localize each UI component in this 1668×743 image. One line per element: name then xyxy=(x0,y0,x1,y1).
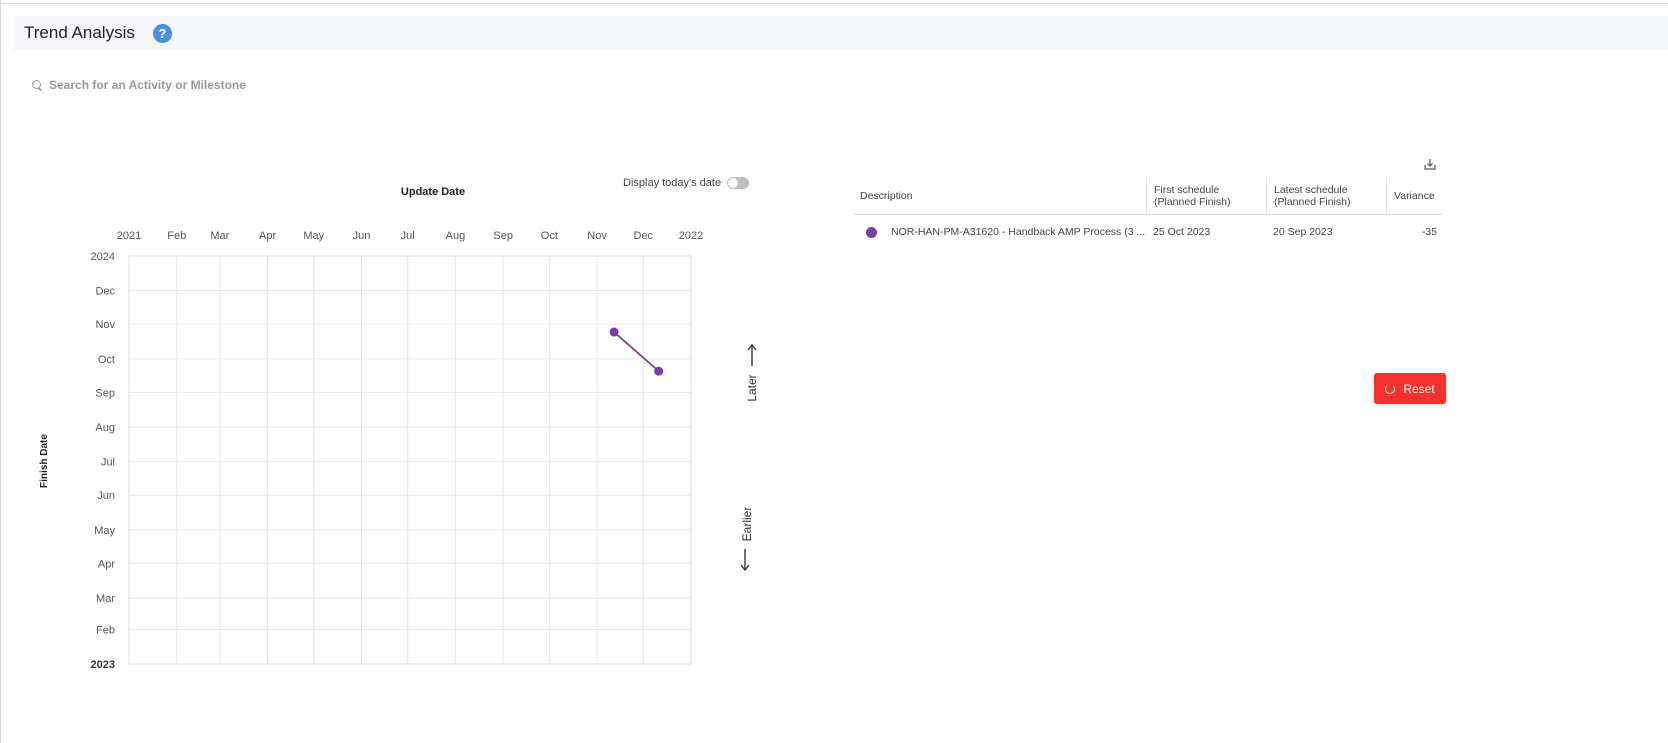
x-tick-label: Mar xyxy=(210,230,229,242)
x-tick-label: Oct xyxy=(541,230,558,242)
y-tick-label: Dec xyxy=(95,286,115,298)
header-description[interactable]: Description xyxy=(853,177,1146,214)
y-tick-label: 2024 xyxy=(91,251,115,263)
row-latest-schedule: 20 Sep 2023 xyxy=(1273,226,1333,238)
reset-button[interactable]: Reset xyxy=(1374,373,1446,404)
y-tick-label: Jun xyxy=(97,490,115,502)
y-tick-label: Mar xyxy=(96,593,115,605)
x-tick-labels: 2021 Feb Mar Apr May Jun Jul Aug Sep Oct Nov Dec 202… xyxy=(117,230,703,242)
series-line xyxy=(613,331,660,372)
x-tick-label: May xyxy=(303,230,324,242)
later-arrow: Later xyxy=(745,343,759,402)
header-variance[interactable]: Variance xyxy=(1386,177,1443,214)
x-tick-label: 2022 xyxy=(679,230,703,242)
earlier-arrow: Earlier xyxy=(740,507,754,572)
y-tick-label: Sep xyxy=(95,387,115,399)
x-tick-label: Aug xyxy=(446,230,466,242)
x-tick-label: Sep xyxy=(493,230,513,242)
display-today-toggle[interactable] xyxy=(727,177,750,189)
reset-label: Reset xyxy=(1403,381,1435,396)
row-description: NOR-HAN-PM-A31620 - Handback AMP Process… xyxy=(853,226,1146,238)
y-tick-label: Nov xyxy=(95,319,115,331)
y-tick-label: May xyxy=(94,525,115,537)
series-color-dot xyxy=(866,226,877,238)
y-tick-labels: 2024 Dec Nov Oct Sep Aug Jul Jun May Apr Mar Feb 202… xyxy=(91,251,116,671)
y-tick-label: Jul xyxy=(101,457,115,469)
y-tick-label: Apr xyxy=(98,558,115,570)
x-axis-title: Update Date xyxy=(401,186,465,198)
trend-chart: Update Date Finish Date 2021 Feb Mar Apr May… xyxy=(39,186,759,671)
x-tick-label: Feb xyxy=(167,230,186,242)
y-tick-label: Feb xyxy=(96,624,115,636)
refresh-icon xyxy=(1385,383,1396,394)
row-first-schedule: 25 Oct 2023 xyxy=(1153,226,1211,238)
chart-grid xyxy=(128,255,692,665)
chart-series xyxy=(609,327,664,376)
table-row[interactable]: NOR-HAN-PM-A31620 - Handback AMP Process… xyxy=(853,215,1443,249)
x-tick-label: 2021 xyxy=(117,230,141,242)
plot-area-border xyxy=(128,255,692,665)
header-latest-schedule[interactable]: Latest schedule (Planned Finish) xyxy=(1266,177,1386,214)
x-tick-label: Jun xyxy=(353,230,371,242)
earlier-label: Earlier xyxy=(740,507,754,542)
display-today-label: Display today's date xyxy=(623,177,722,189)
y-axis-title: Finish Date xyxy=(39,434,50,488)
schedule-table: Description First schedule (Planned Finis… xyxy=(853,177,1443,249)
y-tick-label: Aug xyxy=(95,422,115,434)
x-tick-label: Apr xyxy=(259,230,276,242)
display-today-control: Display today's date xyxy=(623,177,750,189)
later-label: Later xyxy=(745,374,759,401)
header-first-schedule[interactable]: First schedule (Planned Finish) xyxy=(1146,177,1266,214)
x-tick-label: Jul xyxy=(401,230,415,242)
series-point[interactable] xyxy=(609,327,619,337)
series-point[interactable] xyxy=(654,366,664,376)
table-header: Description First schedule (Planned Finis… xyxy=(853,177,1443,215)
row-variance: -35 xyxy=(1421,226,1437,238)
y-tick-label: Oct xyxy=(98,354,115,366)
download-icon[interactable] xyxy=(1423,157,1437,171)
x-tick-label: Nov xyxy=(587,230,607,242)
y-tick-label: 2023 xyxy=(91,659,115,671)
x-tick-label: Dec xyxy=(633,230,653,242)
